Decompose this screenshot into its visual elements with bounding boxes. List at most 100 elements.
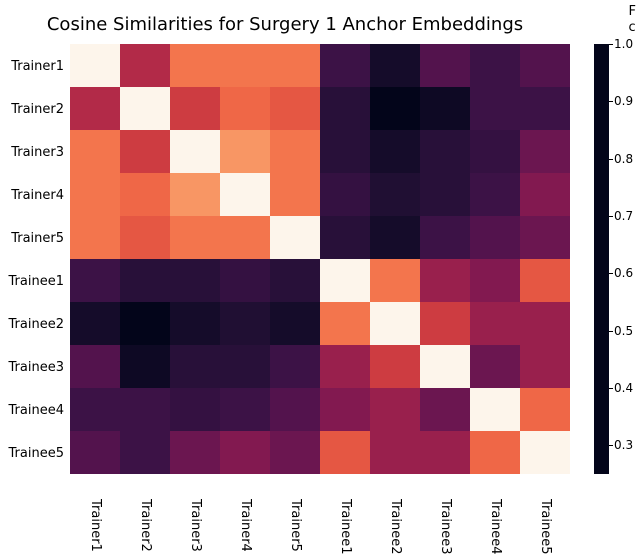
cropped-letter-1: F [629,4,636,19]
heatmap-cell [170,87,220,130]
heatmap-cell [120,259,170,302]
heatmap-cell [470,388,520,431]
x-tick-label: Trainer1 [70,499,120,549]
colorbar-tick-label: 0.6 [614,267,640,279]
y-tick-label: Trainee2 [0,318,64,331]
heatmap-cell [320,130,370,173]
colorbar-tick-label: 1.0 [614,38,640,50]
heatmap-cell [520,302,570,345]
heatmap-cell [370,431,420,474]
heatmap-cell [270,259,320,302]
heatmap-cell [220,216,270,259]
heatmap-cell [420,302,470,345]
y-tick-label: Trainee5 [0,447,64,460]
heatmap-cell [120,44,170,87]
heatmap-cell [520,173,570,216]
heatmap-cell [270,173,320,216]
heatmap-cell [120,388,170,431]
heatmap-cell [420,44,470,87]
x-tick-label: Trainee2 [370,499,420,549]
heatmap [70,44,570,474]
y-tick-label: Trainee4 [0,404,64,417]
heatmap-cell [420,173,470,216]
heatmap-cell [220,44,270,87]
colorbar-tick-mark [609,159,613,160]
heatmap-cell [520,87,570,130]
heatmap-cell [270,388,320,431]
colorbar-tick-mark [609,216,613,217]
heatmap-cell [220,259,270,302]
colorbar-tick-label: 0.8 [614,153,640,165]
heatmap-cell [170,302,220,345]
heatmap-cell [470,259,520,302]
heatmap-cell [370,259,420,302]
y-tick-label: Trainer5 [0,232,64,245]
heatmap-cell [220,388,270,431]
colorbar-tick-mark [609,331,613,332]
heatmap-cell [420,216,470,259]
heatmap-cell [420,130,470,173]
heatmap-cell [220,130,270,173]
heatmap-cell [270,216,320,259]
y-tick-label: Trainer3 [0,146,64,159]
heatmap-cell [70,388,120,431]
heatmap-cell [520,431,570,474]
colorbar [594,44,609,474]
heatmap-cell [170,216,220,259]
x-tick-label: Trainee1 [320,499,370,549]
heatmap-cell [470,302,520,345]
chart-title: Cosine Similarities for Surgery 1 Anchor… [0,14,570,35]
heatmap-cell [320,216,370,259]
heatmap-cell [370,345,420,388]
x-tick-label: Trainer3 [170,499,220,549]
heatmap-cell [420,259,470,302]
heatmap-cell [70,173,120,216]
heatmap-cell [320,44,370,87]
heatmap-cell [70,130,120,173]
heatmap-cell [270,302,320,345]
heatmap-cell [270,431,320,474]
heatmap-cell [270,130,320,173]
heatmap-cell [370,388,420,431]
x-tick-label: Trainer2 [120,499,170,549]
colorbar-tick-label: 0.3 [614,439,640,451]
heatmap-cell [520,259,570,302]
heatmap-cell [470,44,520,87]
heatmap-cell [370,173,420,216]
heatmap-cell [470,87,520,130]
x-tick-label: Trainer5 [270,499,320,549]
heatmap-cell [270,87,320,130]
heatmap-cell [70,302,120,345]
heatmap-cell [220,173,270,216]
heatmap-cell [70,216,120,259]
heatmap-cell [470,345,520,388]
heatmap-cell [420,388,470,431]
heatmap-cell [220,87,270,130]
heatmap-cell [320,302,370,345]
heatmap-cell [320,173,370,216]
colorbar-tick-label: 0.4 [614,382,640,394]
heatmap-cell [470,130,520,173]
heatmap-cell [470,431,520,474]
heatmap-cell [520,216,570,259]
heatmap-cell [470,173,520,216]
x-tick-label: Trainee3 [420,499,470,549]
heatmap-cell [70,44,120,87]
x-tick-label: Trainee5 [520,499,570,549]
heatmap-cell [70,431,120,474]
heatmap-cell [170,130,220,173]
heatmap-cell [320,259,370,302]
heatmap-cell [120,216,170,259]
heatmap-cell [320,345,370,388]
colorbar-tick-mark [609,101,613,102]
chart-figure: Cosine Similarities for Surgery 1 Anchor… [0,0,640,556]
colorbar-tick-label: 0.9 [614,95,640,107]
heatmap-cell [320,87,370,130]
heatmap-cell [520,44,570,87]
heatmap-cell [320,431,370,474]
heatmap-cell [270,44,320,87]
heatmap-cell [170,388,220,431]
heatmap-cell [270,345,320,388]
heatmap-cell [170,44,220,87]
heatmap-cell [320,388,370,431]
